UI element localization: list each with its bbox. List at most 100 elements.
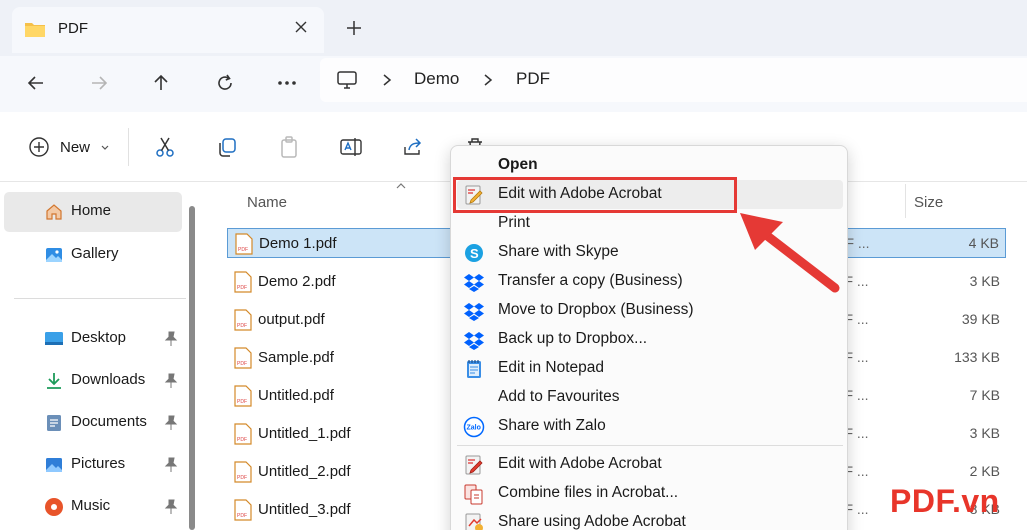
svg-text:PDF: PDF <box>237 285 247 291</box>
menu-item-label: Back up to Dropbox... <box>498 330 648 347</box>
sidebar-scrollbar[interactable] <box>189 206 195 530</box>
svg-text:PDF: PDF <box>237 475 247 481</box>
menu-item-share-zalo[interactable]: Zalo Share with Zalo <box>457 412 843 441</box>
sidebar-item-label: Pictures <box>71 455 126 472</box>
new-tab-icon[interactable] <box>343 17 365 39</box>
menu-item-label: Open <box>498 156 538 173</box>
pdf-file-icon: PDF <box>234 347 252 369</box>
svg-text:PDF: PDF <box>237 437 247 443</box>
toolbar-divider <box>128 128 129 166</box>
sidebar-item-downloads[interactable]: Downloads <box>4 361 182 401</box>
pdf-file-icon: PDF <box>234 309 252 331</box>
download-icon <box>47 373 61 389</box>
tab-pdf[interactable]: PDF <box>12 7 324 53</box>
share-button[interactable] <box>400 134 426 160</box>
pin-icon[interactable] <box>164 415 178 431</box>
svg-text:PDF: PDF <box>237 323 247 329</box>
forward-button[interactable] <box>84 68 114 98</box>
up-button[interactable] <box>146 68 176 98</box>
arrow-left-icon <box>27 76 43 90</box>
zalo-icon: Zalo <box>463 416 485 438</box>
address-bar[interactable]: Demo PDF <box>320 58 1027 102</box>
pin-icon[interactable] <box>164 457 178 473</box>
close-icon[interactable] <box>290 16 312 38</box>
pdf-file-icon: PDF <box>234 461 252 483</box>
sidebar-item-label: Music <box>71 497 111 514</box>
breadcrumb-pdf[interactable]: PDF <box>516 69 550 89</box>
sidebar-item-label: Documents <box>71 413 147 430</box>
menu-item-label: Print <box>498 214 530 231</box>
navigation-bar: Demo PDF <box>0 56 1027 112</box>
sidebar-item-documents[interactable]: Documents <box>4 403 182 443</box>
cut-button[interactable] <box>152 134 178 160</box>
chevron-down-icon <box>101 145 109 150</box>
copy-button[interactable] <box>214 134 240 160</box>
file-name: Untitled_1.pdf <box>258 425 351 442</box>
sidebar-item-gallery[interactable]: Gallery <box>4 235 182 275</box>
file-size: 7 KB <box>969 387 1000 403</box>
scissors-icon <box>156 137 174 157</box>
pin-icon[interactable] <box>164 499 178 515</box>
rename-button[interactable] <box>338 134 364 160</box>
refresh-icon <box>218 74 232 90</box>
back-button[interactable] <box>21 68 51 98</box>
column-divider[interactable] <box>905 184 906 218</box>
pdf-file-icon: PDF <box>234 499 252 521</box>
file-size: 39 KB <box>961 311 1000 327</box>
title-bar: PDF <box>0 0 1027 56</box>
pdf-file-icon: PDF <box>235 233 253 255</box>
menu-item-label: Edit with Adobe Acrobat <box>498 455 662 472</box>
computer-icon <box>337 71 357 89</box>
share-icon <box>404 138 422 155</box>
pdf-file-icon: PDF <box>234 385 252 407</box>
gallery-icon <box>46 248 62 262</box>
menu-item-edit-notepad[interactable]: Edit in Notepad <box>457 354 843 383</box>
sidebar-item-pictures[interactable]: Pictures <box>4 445 182 485</box>
sidebar-item-desktop[interactable]: Desktop <box>4 319 182 359</box>
arrow-annotation-icon <box>740 213 840 293</box>
menu-item-label: Edit in Notepad <box>498 359 604 376</box>
pictures-icon <box>46 458 62 472</box>
menu-item-combine-files[interactable]: Combine files in Acrobat... <box>457 479 843 508</box>
menu-item-move-to-dropbox[interactable]: Move to Dropbox (Business) <box>457 296 843 325</box>
arrow-up-icon <box>154 74 168 90</box>
acrobat-share-icon <box>465 513 483 530</box>
more-button[interactable] <box>272 68 302 98</box>
menu-item-label: Transfer a copy (Business) <box>498 272 683 289</box>
notepad-icon <box>467 360 481 378</box>
file-size: 2 KB <box>969 463 1000 479</box>
pdf-file-icon: PDF <box>234 423 252 445</box>
column-header-size[interactable]: Size <box>914 194 943 211</box>
file-name: Sample.pdf <box>258 349 334 366</box>
menu-item-label: Share with Skype <box>498 243 619 260</box>
menu-item-back-up-dropbox[interactable]: Back up to Dropbox... <box>457 325 843 354</box>
sidebar-item-music[interactable]: Music <box>4 487 182 527</box>
menu-item-add-favourites[interactable]: Add to Favourites <box>457 383 843 412</box>
acrobat-combine-icon <box>464 484 483 505</box>
clipboard-icon <box>281 136 297 158</box>
new-button[interactable]: New <box>28 136 109 162</box>
sidebar-item-label: Desktop <box>71 329 127 346</box>
desktop-icon <box>45 332 63 345</box>
menu-item-open[interactable]: Open <box>457 151 843 180</box>
paste-button[interactable] <box>276 134 302 160</box>
sidebar-item-home[interactable]: Home <box>4 192 182 232</box>
menu-separator <box>457 445 843 446</box>
refresh-button[interactable] <box>210 68 240 98</box>
file-name: Untitled_3.pdf <box>258 501 351 518</box>
menu-item-share-acrobat[interactable]: Share using Adobe Acrobat <box>457 508 843 530</box>
menu-item-label: Add to Favourites <box>498 388 620 405</box>
skype-icon: S <box>465 244 483 262</box>
music-icon <box>45 498 63 516</box>
column-header-name[interactable]: Name <box>247 194 287 211</box>
file-size: 3 KB <box>969 425 1000 441</box>
sidebar-item-label: Home <box>71 202 112 219</box>
file-size: 4 KB <box>968 235 999 251</box>
menu-item-edit-with-acrobat-2[interactable]: Edit with Adobe Acrobat <box>457 450 843 479</box>
tab-title: PDF <box>58 20 88 37</box>
more-icon <box>278 81 296 85</box>
pin-icon[interactable] <box>164 331 178 347</box>
pin-icon[interactable] <box>164 373 178 389</box>
breadcrumb-demo[interactable]: Demo <box>414 69 459 89</box>
svg-text:PDF: PDF <box>238 247 248 253</box>
